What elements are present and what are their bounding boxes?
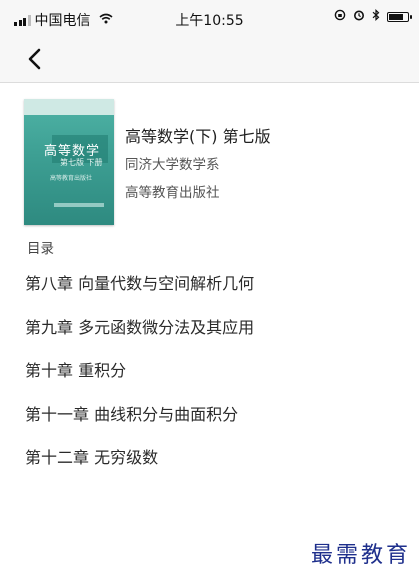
book-title: 高等数学(下) 第七版 — [125, 127, 271, 146]
bluetooth-icon — [372, 8, 380, 24]
toc-chapter-8[interactable]: 第八章 向量代数与空间解析几何 — [25, 270, 254, 293]
status-right — [334, 8, 412, 24]
rotation-lock-icon — [334, 9, 346, 24]
toc-list: 第八章 向量代数与空间解析几何 第九章 多元函数微分法及其应用 第十章 重积分 … — [25, 270, 254, 488]
toc-chapter-10[interactable]: 第十章 重积分 — [25, 357, 254, 380]
alarm-icon — [353, 9, 365, 24]
book-publisher: 高等教育出版社 — [125, 185, 220, 201]
toc-chapter-11[interactable]: 第十一章 曲线积分与曲面积分 — [25, 401, 254, 424]
status-bar: 中国电信 上午10:55 — [0, 0, 419, 34]
cover-publisher: 高等教育出版社 — [50, 175, 93, 182]
watermark-logo: 最需教育 — [310, 543, 411, 568]
cover-edition: 第七版 下册 — [60, 158, 103, 167]
toc-heading: 目录 — [27, 241, 54, 257]
battery-icon — [387, 11, 412, 22]
toc-chapter-9[interactable]: 第九章 多元函数微分法及其应用 — [25, 314, 254, 337]
toc-chapter-12[interactable]: 第十二章 无穷级数 — [25, 444, 254, 467]
chevron-left-icon — [28, 48, 41, 70]
header-bar: 中国电信 上午10:55 — [0, 0, 419, 83]
book-author: 同济大学数学系 — [125, 157, 220, 173]
back-button[interactable] — [24, 46, 46, 72]
